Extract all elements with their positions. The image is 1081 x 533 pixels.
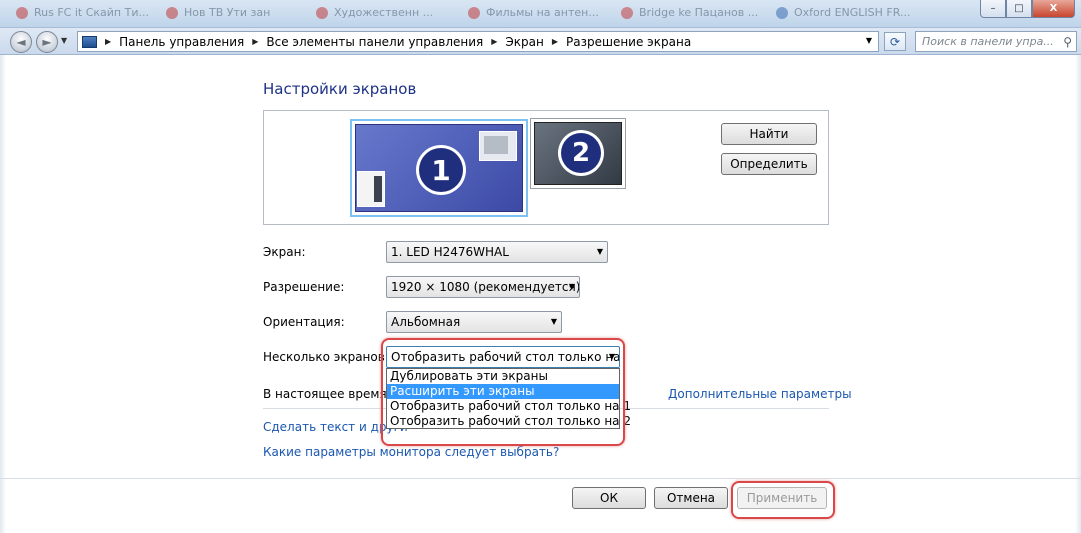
monitor-number-badge: 1: [416, 145, 466, 195]
monitor-1-screen: 1: [355, 124, 523, 212]
monitor-1-tile[interactable]: 1: [350, 119, 528, 217]
resolution-value: 1920 × 1080 (рекомендуется): [391, 280, 580, 294]
page-title: Настройки экранов: [263, 80, 417, 98]
tab-icon: [621, 7, 633, 19]
close-button[interactable]: X: [1032, 0, 1075, 18]
taskbar-tab[interactable]: Художественн ...: [310, 3, 439, 23]
window-thumbnail-icon: [357, 171, 385, 207]
recent-pages-dropdown[interactable]: ▼: [61, 36, 67, 45]
refresh-icon: ⟳: [889, 34, 901, 49]
address-dropdown-icon[interactable]: ▼: [866, 36, 872, 45]
taskbar-tab[interactable]: Фильмы на антен...: [462, 3, 605, 23]
taskbar-tab[interactable]: Oxford ENGLISH FR...: [770, 3, 916, 23]
forward-button[interactable]: ►: [36, 31, 58, 53]
chevron-down-icon: ▼: [568, 282, 575, 291]
breadcrumb-separator-icon: ▶: [491, 37, 498, 46]
back-button[interactable]: ◄: [10, 31, 32, 53]
taskbar-tab[interactable]: Rus FC it Скайп Ти...: [10, 3, 155, 23]
orientation-select[interactable]: Альбомная ▼: [386, 311, 562, 333]
search-icon: ⚲: [1063, 35, 1072, 49]
monitor-1-number: 1: [419, 148, 463, 192]
ok-button[interactable]: ОК: [572, 487, 646, 509]
breadcrumb-separator-icon: ▶: [105, 37, 112, 46]
highlight-annotation: [381, 338, 625, 446]
breadcrumb-item[interactable]: Все элементы панели управления: [266, 35, 483, 49]
tab-icon: [468, 7, 480, 19]
taskbar-tab[interactable]: Нов ТВ Ути зан: [160, 3, 276, 23]
search-placeholder: Поиск в панели упра...: [922, 35, 1054, 48]
breadcrumb-separator-icon: ▶: [551, 37, 558, 46]
tab-icon: [776, 7, 788, 19]
back-arrow-icon: ◄: [16, 35, 26, 49]
monitor-2-screen: 2: [534, 122, 622, 185]
forward-arrow-icon: ►: [42, 35, 52, 49]
orientation-label: Ориентация:: [263, 315, 345, 329]
tab-icon: [166, 7, 178, 19]
monitor-number-badge: 2: [558, 130, 604, 176]
orientation-value: Альбомная: [391, 315, 461, 329]
advanced-settings-link[interactable]: Дополнительные параметры: [668, 387, 852, 401]
address-bar[interactable]: ▶ Панель управления ▶ Все элементы панел…: [77, 31, 879, 52]
maximize-button[interactable]: □: [1006, 0, 1032, 18]
chevron-down-icon: ▼: [550, 317, 557, 326]
chevron-down-icon: ▼: [596, 247, 603, 256]
window-controls: – □ X: [980, 0, 1075, 20]
identify-button[interactable]: Определить: [721, 153, 817, 175]
resolution-label: Разрешение:: [263, 280, 345, 294]
window-border-left: [0, 55, 6, 533]
title-bar: Rus FC it Скайп Ти... Нов ТВ Ути зан Худ…: [0, 0, 1081, 28]
cancel-button[interactable]: Отмена: [654, 487, 728, 509]
minimize-button[interactable]: –: [980, 0, 1006, 18]
search-input[interactable]: Поиск в панели упра... ⚲: [915, 31, 1077, 52]
tab-icon: [16, 7, 28, 19]
breadcrumb-item[interactable]: Разрешение экрана: [566, 35, 691, 49]
breadcrumb-separator-icon: ▶: [252, 37, 259, 46]
monitor-2-number: 2: [561, 133, 601, 173]
apply-button[interactable]: Применить: [737, 487, 827, 509]
window-border-right: [1075, 55, 1081, 533]
chevron-down-icon: ▼: [61, 36, 68, 45]
taskbar-tab[interactable]: Bridge ke Пацанов ...: [615, 3, 764, 23]
monitor-help-link[interactable]: Какие параметры монитора следует выбрать…: [263, 445, 559, 459]
control-panel-icon: [82, 35, 97, 48]
current-display-text: В настоящее время э: [263, 387, 398, 401]
breadcrumb: ▶ Панель управления ▶ Все элементы панел…: [105, 35, 699, 49]
navigation-bar: ◄ ► ▼ ▶ Панель управления ▶ Все элементы…: [0, 28, 1081, 55]
monitor-2-tile[interactable]: 2: [530, 118, 626, 189]
find-button[interactable]: Найти: [721, 123, 817, 145]
resolution-select[interactable]: 1920 × 1080 (рекомендуется) ▼: [386, 276, 580, 298]
footer-divider: [0, 478, 1081, 479]
breadcrumb-item[interactable]: Панель управления: [119, 35, 244, 49]
refresh-button[interactable]: ⟳: [884, 32, 906, 51]
tab-icon: [316, 7, 328, 19]
breadcrumb-item[interactable]: Экран: [505, 35, 543, 49]
monitor-preview-area: 1 2 Найти Определить: [263, 110, 829, 225]
multiple-displays-label: Несколько экранов:: [263, 350, 389, 364]
screen-value: 1. LED H2476WHAL: [391, 245, 509, 259]
screen-label: Экран:: [263, 245, 306, 259]
window-thumbnail-icon: [479, 131, 517, 161]
screen-select[interactable]: 1. LED H2476WHAL ▼: [386, 241, 608, 263]
